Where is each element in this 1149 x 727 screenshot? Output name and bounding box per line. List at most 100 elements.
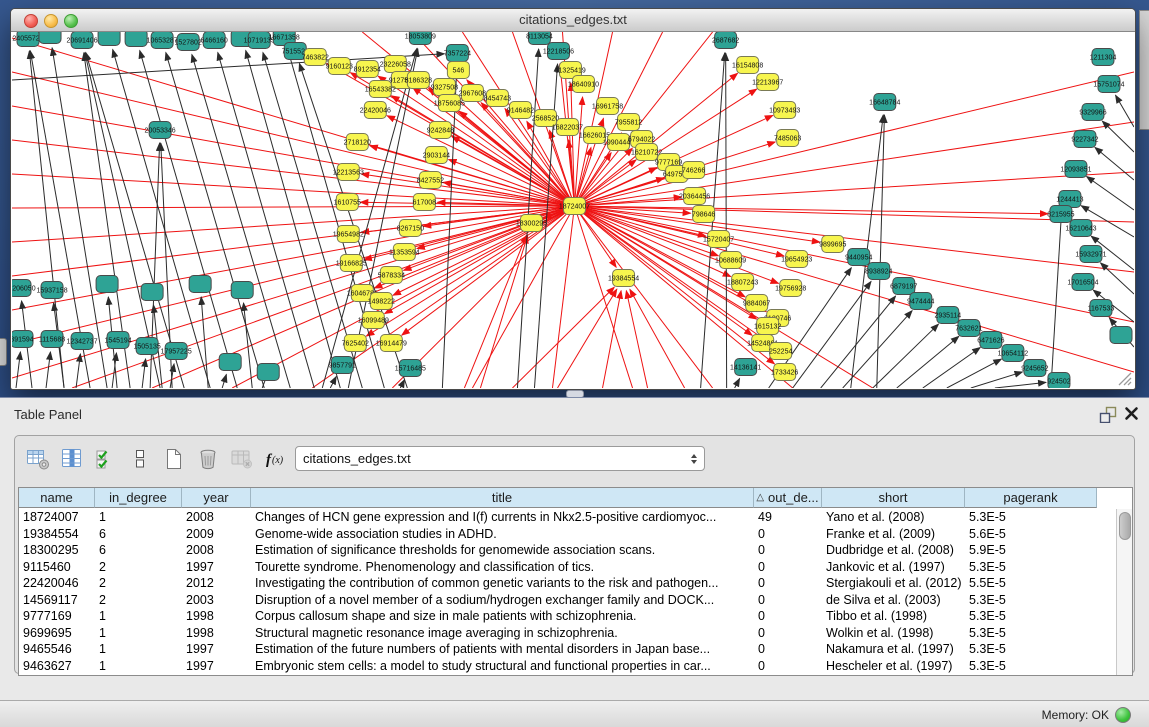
cited-paper-node[interactable] (257, 364, 279, 381)
memory-ok-indicator[interactable] (1115, 707, 1131, 723)
function-builder-icon[interactable]: f(x) (261, 445, 291, 473)
sort-ascending-icon: △ (756, 492, 764, 503)
close-panel-icon[interactable] (1124, 406, 1139, 421)
node-label: 12093851 (1060, 167, 1091, 174)
table-row[interactable]: 2242004622012Investigating the contribut… (19, 575, 1116, 592)
column-header-name[interactable]: name (19, 488, 95, 508)
table-row[interactable]: 969969511998Structural magnetic resonanc… (19, 625, 1116, 642)
node-table: namein_degree year title△out_de... short pag… (18, 487, 1133, 676)
deselect-all-icon[interactable] (125, 445, 155, 473)
node-label: 2967608 (459, 91, 486, 98)
node-label: 12218506 (543, 49, 574, 56)
resize-grip-icon[interactable] (1116, 370, 1132, 386)
vertical-scrollbar[interactable] (1116, 509, 1132, 675)
cited-paper-node[interactable] (1110, 327, 1132, 344)
cell: Stergiakouli et al. (2012) (822, 576, 965, 590)
cited-paper-node[interactable] (141, 284, 163, 301)
node-label: 22420046 (360, 108, 391, 115)
table-panel-title: Table Panel (14, 407, 82, 422)
delete-columns-icon[interactable] (193, 445, 223, 473)
node-label: 1211304 (1090, 55, 1117, 62)
cell: Disruption of a novel member of a sodium… (251, 593, 754, 607)
cell: Estimation of the future numbers of pati… (251, 642, 754, 656)
node-label: 11353594 (389, 250, 420, 257)
node-label: 7625402 (342, 341, 369, 348)
window-titlebar[interactable]: citations_edges.txt (11, 9, 1135, 32)
cell: 18300295 (19, 543, 95, 557)
column-header-in_degree[interactable]: in_degree (95, 488, 182, 508)
node-label: 2903144 (423, 153, 450, 160)
cell: 5.3E-5 (965, 642, 1097, 656)
node-label: 16154808 (732, 63, 763, 70)
node-label: 1505135 (133, 344, 160, 351)
table-selector-value: citations_edges.txt (303, 451, 411, 466)
node-label: 1545194 (104, 338, 131, 345)
node-label: 9899695 (819, 242, 846, 249)
cell: Corpus callosum shape and size in male p… (251, 609, 754, 623)
node-label: 7357224 (444, 51, 471, 58)
cell: 1 (95, 659, 182, 673)
node-label: 18053809 (405, 34, 436, 41)
cited-paper-node[interactable] (96, 276, 118, 293)
column-header-label: pagerank (1003, 490, 1057, 505)
scrollbar-thumb[interactable] (1119, 512, 1131, 540)
node-label: 16671358 (269, 35, 300, 42)
background-window-edge (1139, 10, 1149, 130)
column-header-label: short (879, 490, 908, 505)
cited-paper-node[interactable] (189, 276, 211, 293)
float-panel-icon[interactable] (1099, 406, 1117, 423)
table-row[interactable]: 946554611997Estimation of the future num… (19, 641, 1116, 658)
node-label: 9329966 (1079, 110, 1106, 117)
node-label: 1527802 (175, 40, 202, 47)
table-row[interactable]: 911546021997Tourette syndrome. Phenomeno… (19, 559, 1116, 576)
cited-paper-node[interactable] (125, 32, 147, 47)
table-row[interactable]: 1456911722003Disruption of a novel membe… (19, 592, 1116, 609)
status-bar: Memory: OK (0, 700, 1149, 727)
table-mode-icon[interactable] (23, 445, 53, 473)
cell: Genome-wide association studies in ADHD. (251, 527, 754, 541)
node-label: 16822037 (552, 125, 583, 132)
network-canvas[interactable]: 2405572420691406106532871527802646616010… (12, 32, 1134, 388)
cell: 5.9E-5 (965, 543, 1097, 557)
table-row[interactable]: 977716911998Corpus callosum shape and si… (19, 608, 1116, 625)
node-label: 2568520 (532, 116, 559, 123)
node-label: 16210643 (1065, 226, 1096, 233)
node-label: 15932971 (1075, 252, 1106, 259)
cited-paper-node[interactable] (219, 354, 241, 371)
table-panel: Table Panel f(x) citations_edges.txt nam… (0, 397, 1149, 701)
column-header-short[interactable]: short (822, 488, 965, 508)
column-header-label: year (203, 490, 228, 505)
cell: 2008 (182, 543, 251, 557)
cell: 6 (95, 543, 182, 557)
show-columns-icon[interactable] (57, 445, 87, 473)
column-header-out_de[interactable]: △out_de... (754, 488, 822, 508)
cell: 9463627 (19, 659, 95, 673)
node-label: 10688609 (715, 258, 746, 265)
table-row[interactable]: 1872400712008Changes of HCN gene express… (19, 509, 1116, 526)
node-label: 1167533 (1088, 306, 1115, 313)
cited-paper-node[interactable] (98, 32, 120, 46)
node-label: 18807243 (727, 280, 758, 287)
node-label: 15751074 (1093, 82, 1124, 89)
node-label: 12342737 (66, 339, 97, 346)
table-row[interactable]: 1938455462009Genome-wide association stu… (19, 526, 1116, 543)
citation-network-graph[interactable]: 2405572420691406106532871527802646616010… (12, 32, 1134, 388)
table-panel-body: f(x) citations_edges.txt namein_degree ye… (14, 435, 1135, 674)
table-row[interactable]: 1830029562008Estimation of significance … (19, 542, 1116, 559)
table-selector-dropdown[interactable]: citations_edges.txt (295, 446, 705, 471)
column-header-title[interactable]: title (251, 488, 754, 508)
column-header-year[interactable]: year (182, 488, 251, 508)
column-header-pagerank[interactable]: pagerank (965, 488, 1097, 508)
cell: 9699695 (19, 626, 95, 640)
select-all-icon[interactable] (91, 445, 121, 473)
node-label: 18756085 (434, 101, 465, 108)
node-label: 19384554 (608, 276, 639, 283)
node-label: 1498222 (368, 299, 395, 306)
table-row[interactable]: 946362711997Embryonic stem cells: a mode… (19, 658, 1116, 675)
create-column-icon[interactable] (159, 445, 189, 473)
cited-paper-node[interactable] (231, 282, 253, 299)
cell: Dudbridge et al. (2008) (822, 543, 965, 557)
cited-paper-node[interactable] (39, 32, 61, 44)
node-label: 18640910 (568, 82, 599, 89)
cell: 5.3E-5 (965, 626, 1097, 640)
